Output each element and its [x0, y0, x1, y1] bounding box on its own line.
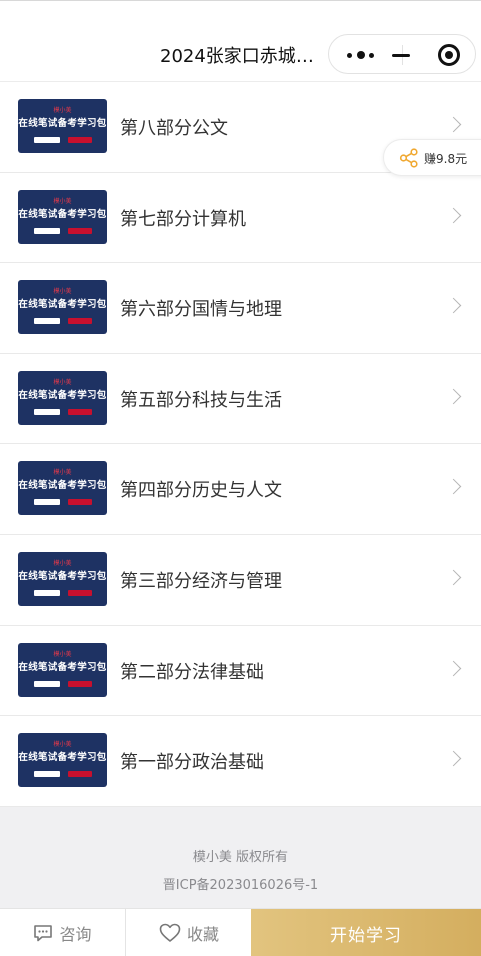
list-item[interactable]: 模小美 在线笔试备考学习包 第六部分国情与地理	[0, 263, 481, 354]
page-title: 2024张家口赤城县...	[160, 46, 326, 67]
thumbnail-tag-right	[68, 771, 92, 778]
item-title: 第三部分经济与管理	[120, 570, 282, 592]
thumbnail-brand: 模小美	[53, 650, 72, 658]
course-list: 模小美 在线笔试备考学习包 第八部分公文 模小美 在线笔试备考学习包 第七部分计算机 模小美…	[0, 82, 481, 807]
thumbnail-tag-left	[34, 408, 60, 415]
thumbnail-brand: 模小美	[53, 469, 72, 477]
thumbnail-tag-left	[34, 589, 60, 596]
consult-label: 咨询	[59, 925, 92, 944]
thumbnail-brand: 模小美	[53, 197, 72, 205]
more-icon[interactable]	[343, 47, 387, 63]
copyright-text: 模小美 版权所有	[192, 850, 289, 865]
start-learning-button[interactable]: 开始学习	[251, 909, 481, 956]
collect-label: 收藏	[186, 925, 219, 944]
course-thumbnail: 模小美在线笔试备考学习包	[18, 551, 107, 606]
list-item[interactable]: 模小美 在线笔试备考学习包 第七部分计算机	[0, 173, 481, 264]
nav-bar: 2024张家口赤城县...	[0, 0, 481, 82]
earn-share-button[interactable]: 赚9.8元	[383, 139, 481, 176]
thumbnail-tag-left	[34, 771, 60, 778]
thumbnail-tag-left	[34, 680, 60, 687]
footer: 模小美 版权所有 晋ICP备2023016026号-1	[0, 808, 481, 908]
item-title: 第八部分公文	[120, 118, 228, 139]
thumbnail-headline: 在线笔试备考学习包	[18, 208, 107, 220]
thumbnail-tag-left	[34, 318, 60, 325]
thumbnail-tag-left	[34, 499, 60, 506]
earn-label: 赚9.8元	[424, 152, 468, 166]
chevron-right-icon	[445, 297, 462, 314]
minimize-icon[interactable]	[392, 54, 410, 57]
thumbnail-headline: 在线笔试备考学习包	[18, 570, 107, 582]
thumbnail-tag-left	[34, 137, 60, 143]
thumbnail-tag-right	[68, 589, 92, 596]
course-thumbnail: 模小美在线笔试备考学习包	[18, 189, 107, 244]
chevron-right-icon	[445, 116, 462, 133]
bottom-action-bar: 咨询 收藏 开始学习	[0, 908, 481, 956]
thumbnail-tag-right	[68, 318, 92, 325]
chevron-right-icon	[445, 750, 462, 767]
chevron-right-icon	[445, 569, 462, 586]
thumbnail-brand: 模小美	[53, 107, 72, 114]
list-item[interactable]: 模小美 在线笔试备考学习包 第四部分历史与人文	[0, 444, 481, 535]
mini-program-capsule	[328, 34, 476, 74]
thumbnail-headline: 在线笔试备考学习包	[18, 299, 107, 311]
list-item[interactable]: 模小美 在线笔试备考学习包 第二部分法律基础	[0, 626, 481, 717]
thumbnail-headline: 在线笔试备考学习包	[18, 389, 107, 401]
chevron-right-icon	[445, 388, 462, 405]
course-thumbnail: 模小美在线笔试备考学习包	[18, 461, 107, 516]
item-title: 第六部分国情与地理	[120, 299, 282, 321]
thumbnail-brand: 模小美	[53, 378, 72, 386]
course-thumbnail: 模小美在线笔试备考学习包	[18, 733, 107, 788]
list-item[interactable]: 模小美 在线笔试备考学习包 第三部分经济与管理	[0, 535, 481, 626]
chevron-right-icon	[445, 207, 462, 223]
item-title: 第一部分政治基础	[120, 752, 264, 774]
thumbnail-headline: 在线笔试备考学习包	[18, 118, 107, 129]
thumbnail-tag-right	[68, 680, 92, 687]
thumbnail-tag-right	[68, 227, 92, 234]
thumbnail-tag-right	[68, 137, 92, 143]
chevron-right-icon	[445, 660, 462, 676]
thumbnail-brand: 模小美	[53, 559, 72, 567]
close-icon[interactable]	[438, 44, 460, 66]
share-icon	[399, 148, 418, 168]
thumbnail-brand: 模小美	[53, 288, 72, 296]
heart-icon	[159, 923, 181, 942]
course-thumbnail: 模小美在线笔试备考学习包	[18, 642, 107, 697]
item-title: 第四部分历史与人文	[120, 480, 282, 502]
item-title: 第七部分计算机	[120, 208, 246, 230]
item-title: 第二部分法律基础	[120, 661, 264, 683]
thumbnail-tag-left	[34, 227, 60, 234]
list-item[interactable]: 模小美 在线笔试备考学习包 第五部分科技与生活	[0, 354, 481, 445]
collect-button[interactable]: 收藏	[127, 909, 251, 956]
thumbnail-headline: 在线笔试备考学习包	[18, 480, 107, 492]
thumbnail-tag-right	[68, 408, 92, 415]
course-thumbnail: 模小美在线笔试备考学习包	[18, 99, 107, 153]
course-thumbnail: 模小美在线笔试备考学习包	[18, 280, 107, 335]
thumbnail-headline: 在线笔试备考学习包	[18, 752, 107, 764]
thumbnail-tag-right	[68, 499, 92, 506]
icp-text[interactable]: 晋ICP备2023016026号-1	[0, 874, 481, 893]
chat-icon	[34, 925, 53, 942]
consult-button[interactable]: 咨询	[0, 909, 126, 956]
item-title: 第五部分科技与生活	[120, 389, 282, 411]
list-item[interactable]: 模小美 在线笔试备考学习包 第一部分政治基础	[0, 716, 481, 807]
course-thumbnail: 模小美在线笔试备考学习包	[18, 370, 107, 425]
thumbnail-brand: 模小美	[53, 741, 72, 749]
chevron-right-icon	[445, 479, 462, 495]
thumbnail-headline: 在线笔试备考学习包	[18, 661, 107, 673]
